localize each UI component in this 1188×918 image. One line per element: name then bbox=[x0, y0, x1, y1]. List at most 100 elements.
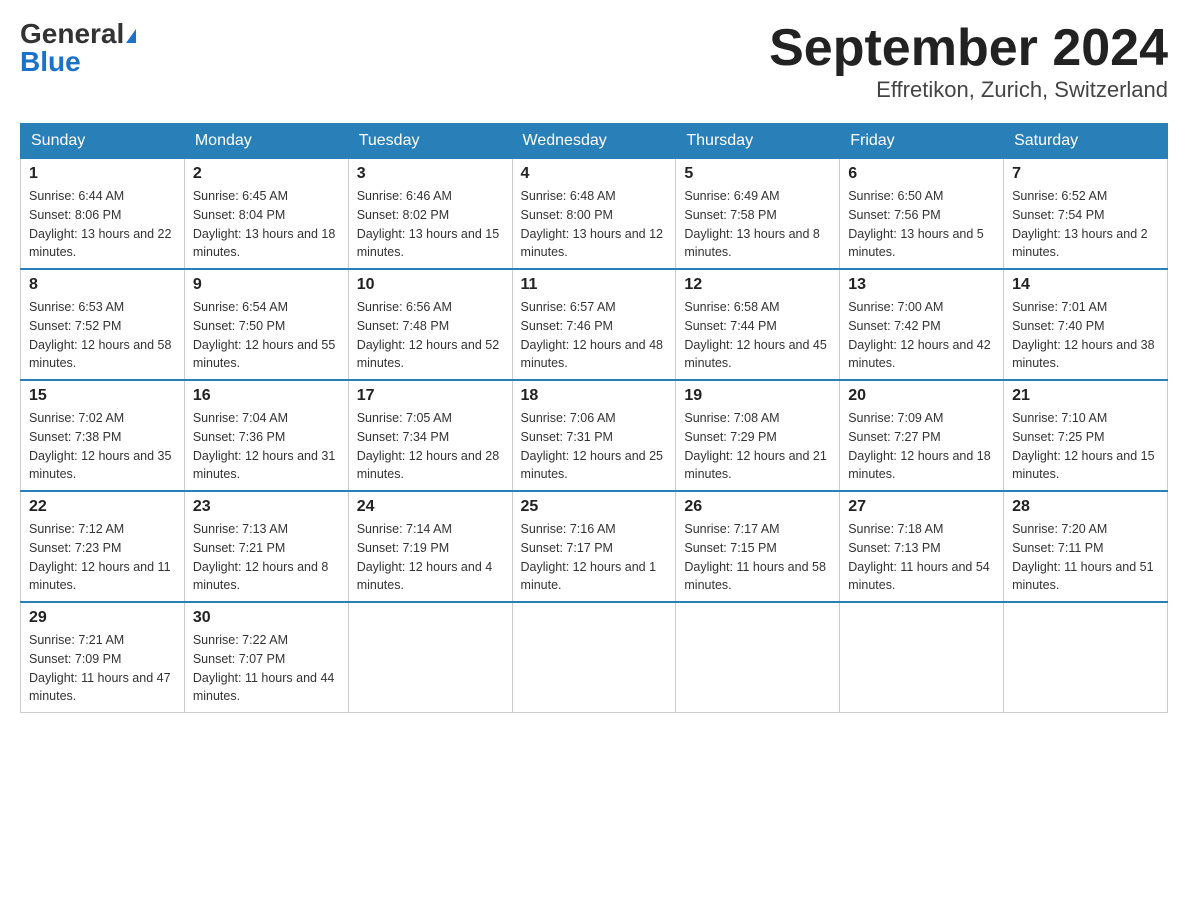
location-title: Effretikon, Zurich, Switzerland bbox=[769, 77, 1168, 103]
calendar-cell: 14 Sunrise: 7:01 AMSunset: 7:40 PMDaylig… bbox=[1004, 269, 1168, 380]
calendar-cell: 27 Sunrise: 7:18 AMSunset: 7:13 PMDaylig… bbox=[840, 491, 1004, 602]
day-number: 15 bbox=[29, 387, 176, 405]
day-number: 4 bbox=[521, 165, 668, 183]
day-info: Sunrise: 7:09 AMSunset: 7:27 PMDaylight:… bbox=[848, 411, 990, 481]
calendar-table: SundayMondayTuesdayWednesdayThursdayFrid… bbox=[20, 123, 1168, 713]
calendar-cell: 30 Sunrise: 7:22 AMSunset: 7:07 PMDaylig… bbox=[184, 602, 348, 713]
day-number: 16 bbox=[193, 387, 340, 405]
day-number: 1 bbox=[29, 165, 176, 183]
day-number: 29 bbox=[29, 609, 176, 627]
calendar-cell: 17 Sunrise: 7:05 AMSunset: 7:34 PMDaylig… bbox=[348, 380, 512, 491]
calendar-header-row: SundayMondayTuesdayWednesdayThursdayFrid… bbox=[21, 124, 1168, 159]
calendar-week-3: 15 Sunrise: 7:02 AMSunset: 7:38 PMDaylig… bbox=[21, 380, 1168, 491]
calendar-cell: 16 Sunrise: 7:04 AMSunset: 7:36 PMDaylig… bbox=[184, 380, 348, 491]
day-number: 6 bbox=[848, 165, 995, 183]
day-number: 5 bbox=[684, 165, 831, 183]
calendar-cell: 9 Sunrise: 6:54 AMSunset: 7:50 PMDayligh… bbox=[184, 269, 348, 380]
calendar-header-thursday: Thursday bbox=[676, 124, 840, 159]
calendar-cell: 20 Sunrise: 7:09 AMSunset: 7:27 PMDaylig… bbox=[840, 380, 1004, 491]
calendar-week-1: 1 Sunrise: 6:44 AMSunset: 8:06 PMDayligh… bbox=[21, 159, 1168, 270]
day-number: 20 bbox=[848, 387, 995, 405]
day-info: Sunrise: 7:14 AMSunset: 7:19 PMDaylight:… bbox=[357, 522, 493, 592]
day-number: 28 bbox=[1012, 498, 1159, 516]
day-info: Sunrise: 7:06 AMSunset: 7:31 PMDaylight:… bbox=[521, 411, 663, 481]
day-number: 19 bbox=[684, 387, 831, 405]
day-info: Sunrise: 7:16 AMSunset: 7:17 PMDaylight:… bbox=[521, 522, 657, 592]
day-info: Sunrise: 6:57 AMSunset: 7:46 PMDaylight:… bbox=[521, 300, 663, 370]
day-number: 26 bbox=[684, 498, 831, 516]
day-info: Sunrise: 7:08 AMSunset: 7:29 PMDaylight:… bbox=[684, 411, 826, 481]
calendar-cell: 12 Sunrise: 6:58 AMSunset: 7:44 PMDaylig… bbox=[676, 269, 840, 380]
day-number: 22 bbox=[29, 498, 176, 516]
day-number: 3 bbox=[357, 165, 504, 183]
title-block: September 2024 Effretikon, Zurich, Switz… bbox=[769, 20, 1168, 103]
calendar-cell: 4 Sunrise: 6:48 AMSunset: 8:00 PMDayligh… bbox=[512, 159, 676, 270]
calendar-cell: 15 Sunrise: 7:02 AMSunset: 7:38 PMDaylig… bbox=[21, 380, 185, 491]
day-info: Sunrise: 6:58 AMSunset: 7:44 PMDaylight:… bbox=[684, 300, 826, 370]
day-info: Sunrise: 6:56 AMSunset: 7:48 PMDaylight:… bbox=[357, 300, 499, 370]
day-info: Sunrise: 7:13 AMSunset: 7:21 PMDaylight:… bbox=[193, 522, 329, 592]
day-info: Sunrise: 7:17 AMSunset: 7:15 PMDaylight:… bbox=[684, 522, 826, 592]
day-number: 23 bbox=[193, 498, 340, 516]
day-info: Sunrise: 6:52 AMSunset: 7:54 PMDaylight:… bbox=[1012, 189, 1148, 259]
calendar-cell: 23 Sunrise: 7:13 AMSunset: 7:21 PMDaylig… bbox=[184, 491, 348, 602]
calendar-cell: 26 Sunrise: 7:17 AMSunset: 7:15 PMDaylig… bbox=[676, 491, 840, 602]
calendar-cell: 24 Sunrise: 7:14 AMSunset: 7:19 PMDaylig… bbox=[348, 491, 512, 602]
logo: General Blue bbox=[20, 20, 136, 76]
calendar-header-saturday: Saturday bbox=[1004, 124, 1168, 159]
day-number: 27 bbox=[848, 498, 995, 516]
calendar-week-4: 22 Sunrise: 7:12 AMSunset: 7:23 PMDaylig… bbox=[21, 491, 1168, 602]
day-number: 21 bbox=[1012, 387, 1159, 405]
logo-triangle-icon bbox=[126, 29, 136, 43]
calendar-cell bbox=[1004, 602, 1168, 713]
day-number: 8 bbox=[29, 276, 176, 294]
day-number: 17 bbox=[357, 387, 504, 405]
day-info: Sunrise: 7:21 AMSunset: 7:09 PMDaylight:… bbox=[29, 633, 171, 703]
logo-blue-text: Blue bbox=[20, 46, 81, 77]
day-info: Sunrise: 6:53 AMSunset: 7:52 PMDaylight:… bbox=[29, 300, 171, 370]
calendar-cell: 19 Sunrise: 7:08 AMSunset: 7:29 PMDaylig… bbox=[676, 380, 840, 491]
calendar-cell: 28 Sunrise: 7:20 AMSunset: 7:11 PMDaylig… bbox=[1004, 491, 1168, 602]
calendar-cell: 29 Sunrise: 7:21 AMSunset: 7:09 PMDaylig… bbox=[21, 602, 185, 713]
day-info: Sunrise: 7:01 AMSunset: 7:40 PMDaylight:… bbox=[1012, 300, 1154, 370]
day-info: Sunrise: 7:18 AMSunset: 7:13 PMDaylight:… bbox=[848, 522, 990, 592]
day-info: Sunrise: 7:05 AMSunset: 7:34 PMDaylight:… bbox=[357, 411, 499, 481]
month-title: September 2024 bbox=[769, 20, 1168, 77]
calendar-cell: 10 Sunrise: 6:56 AMSunset: 7:48 PMDaylig… bbox=[348, 269, 512, 380]
day-info: Sunrise: 6:45 AMSunset: 8:04 PMDaylight:… bbox=[193, 189, 335, 259]
day-info: Sunrise: 7:10 AMSunset: 7:25 PMDaylight:… bbox=[1012, 411, 1154, 481]
day-number: 12 bbox=[684, 276, 831, 294]
calendar-cell: 22 Sunrise: 7:12 AMSunset: 7:23 PMDaylig… bbox=[21, 491, 185, 602]
calendar-cell: 18 Sunrise: 7:06 AMSunset: 7:31 PMDaylig… bbox=[512, 380, 676, 491]
calendar-cell bbox=[676, 602, 840, 713]
day-number: 7 bbox=[1012, 165, 1159, 183]
day-number: 2 bbox=[193, 165, 340, 183]
day-info: Sunrise: 7:02 AMSunset: 7:38 PMDaylight:… bbox=[29, 411, 171, 481]
day-number: 24 bbox=[357, 498, 504, 516]
calendar-week-2: 8 Sunrise: 6:53 AMSunset: 7:52 PMDayligh… bbox=[21, 269, 1168, 380]
day-number: 11 bbox=[521, 276, 668, 294]
logo-general-text: General bbox=[20, 18, 124, 49]
calendar-cell: 3 Sunrise: 6:46 AMSunset: 8:02 PMDayligh… bbox=[348, 159, 512, 270]
day-number: 30 bbox=[193, 609, 340, 627]
day-info: Sunrise: 7:04 AMSunset: 7:36 PMDaylight:… bbox=[193, 411, 335, 481]
calendar-header-friday: Friday bbox=[840, 124, 1004, 159]
day-number: 13 bbox=[848, 276, 995, 294]
day-number: 9 bbox=[193, 276, 340, 294]
day-number: 14 bbox=[1012, 276, 1159, 294]
calendar-header-sunday: Sunday bbox=[21, 124, 185, 159]
calendar-cell: 8 Sunrise: 6:53 AMSunset: 7:52 PMDayligh… bbox=[21, 269, 185, 380]
day-number: 25 bbox=[521, 498, 668, 516]
day-info: Sunrise: 6:46 AMSunset: 8:02 PMDaylight:… bbox=[357, 189, 499, 259]
day-number: 18 bbox=[521, 387, 668, 405]
calendar-cell bbox=[840, 602, 1004, 713]
calendar-header-tuesday: Tuesday bbox=[348, 124, 512, 159]
calendar-cell: 21 Sunrise: 7:10 AMSunset: 7:25 PMDaylig… bbox=[1004, 380, 1168, 491]
calendar-cell: 6 Sunrise: 6:50 AMSunset: 7:56 PMDayligh… bbox=[840, 159, 1004, 270]
calendar-cell: 2 Sunrise: 6:45 AMSunset: 8:04 PMDayligh… bbox=[184, 159, 348, 270]
calendar-cell: 11 Sunrise: 6:57 AMSunset: 7:46 PMDaylig… bbox=[512, 269, 676, 380]
calendar-cell bbox=[348, 602, 512, 713]
page-header: General Blue September 2024 Effretikon, … bbox=[20, 20, 1168, 103]
day-info: Sunrise: 6:50 AMSunset: 7:56 PMDaylight:… bbox=[848, 189, 984, 259]
calendar-cell: 25 Sunrise: 7:16 AMSunset: 7:17 PMDaylig… bbox=[512, 491, 676, 602]
